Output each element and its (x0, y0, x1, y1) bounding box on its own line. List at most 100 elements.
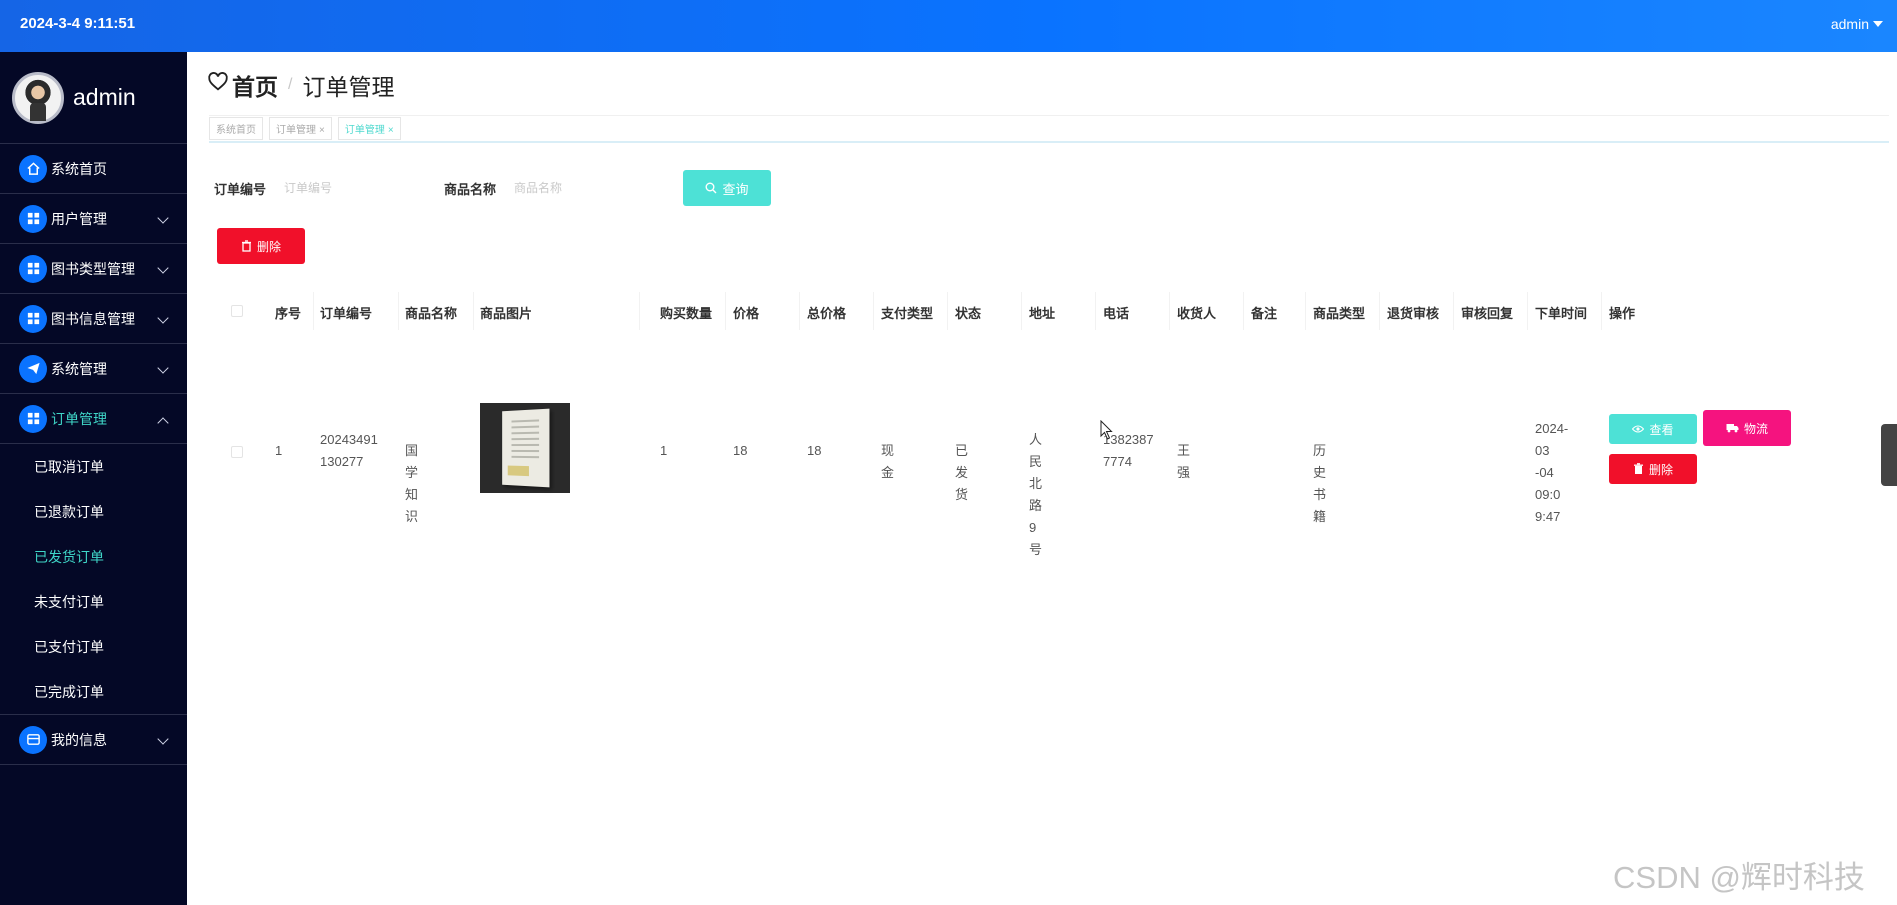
tag-label: 系统首页 (216, 125, 256, 136)
sidebar-item-users[interactable]: 用户管理 (0, 194, 187, 244)
header-price: 价格 (733, 306, 760, 321)
chevron-up-icon (157, 417, 169, 429)
search-icon (705, 182, 717, 194)
chevron-down-icon (157, 733, 169, 745)
tags-bar: 系统首页 订单管理 × 订单管理 × (209, 115, 1889, 143)
breadcrumb-home[interactable]: 首页 (232, 68, 278, 102)
tag-label: 订单管理 (344, 125, 385, 136)
home-icon (19, 154, 47, 183)
breadcrumb-separator: / (288, 76, 293, 93)
orders-submenu: 已取消订单 已退款订单 已发货订单 未支付订单 已支付订单 已完成订单 (0, 444, 187, 715)
batch-delete-button[interactable]: 删除 (217, 228, 305, 264)
watermark: CSDN @辉时科技 (1613, 860, 1865, 895)
header-actions: 操作 (1609, 306, 1636, 321)
tag-orders[interactable]: 订单管理 × (269, 117, 332, 140)
header-receiver: 收货人 (1177, 306, 1217, 321)
sidebar-item-label: 用户管理 (51, 210, 107, 227)
sidebar-item-label: 图书类型管理 (51, 260, 135, 277)
cell-product-type: 历史书籍 (1313, 443, 1327, 524)
sidebar-item-my-info[interactable]: 我的信息 (0, 715, 187, 765)
mouse-cursor-icon (1100, 420, 1113, 440)
header-remark: 备注 (1251, 306, 1278, 321)
cell-address: 人民北路 9号 (1029, 429, 1042, 561)
sidebar-item-book-info[interactable]: 图书信息管理 (0, 294, 187, 344)
header-pay-type: 支付类型 (881, 306, 934, 321)
cell-address-line2: 9号 (1029, 520, 1043, 557)
datetime: 2024-3-4 9:11:51 (20, 15, 136, 32)
view-label: 查看 (1649, 422, 1674, 437)
chevron-down-icon (157, 212, 169, 224)
submenu-item-unpaid[interactable]: 未支付订单 (0, 579, 187, 624)
submenu-item-shipped[interactable]: 已发货订单 (0, 534, 187, 579)
close-icon[interactable]: × (319, 125, 325, 136)
header-review-reply: 审核回复 (1461, 306, 1514, 321)
truck-icon (1726, 424, 1739, 433)
page-title: 首页 / 订单管理 (207, 68, 394, 102)
cell-order-time-line3: 9:47 (1535, 509, 1561, 524)
header-return-review: 退货审核 (1387, 306, 1440, 321)
tag-label: 订单管理 (276, 125, 316, 136)
grid-icon (19, 404, 47, 433)
header-status: 状态 (955, 306, 982, 321)
side-toggle-tab[interactable] (1881, 424, 1897, 486)
header-address: 地址 (1029, 306, 1056, 321)
sidebar-item-label: 系统首页 (51, 160, 107, 177)
paper-plane-icon (19, 354, 47, 383)
tag-orders-active[interactable]: 订单管理 × (337, 117, 401, 140)
submenu-item-paid[interactable]: 已支付订单 (0, 624, 187, 669)
row-delete-label: 删除 (1648, 462, 1673, 477)
cell-price: 18 (733, 443, 748, 458)
cell-order-no: 20243491 130277 (320, 429, 378, 473)
header-phone: 电话 (1103, 306, 1130, 321)
close-icon[interactable]: × (388, 125, 394, 136)
cell-address-line1: 人民北路 (1029, 432, 1043, 513)
card-icon (19, 725, 47, 754)
sidebar-item-home[interactable]: 系统首页 (0, 144, 187, 194)
sidebar: admin 系统首页 用户管理 图书类型管理 图书信息管理 系统管理 订单管理 … (0, 52, 187, 905)
query-button[interactable]: 查询 (683, 170, 771, 206)
sidebar-item-book-types[interactable]: 图书类型管理 (0, 244, 187, 294)
order-no-input[interactable] (284, 181, 425, 195)
header-index: 序号 (275, 306, 302, 321)
cell-receiver: 王强 (1177, 443, 1191, 480)
header-product-image: 商品图片 (480, 306, 533, 321)
heart-icon (207, 71, 229, 99)
header-product-name: 商品名称 (405, 306, 458, 321)
user-menu[interactable]: admin (1831, 16, 1883, 32)
cell-index: 1 (275, 443, 283, 458)
avatar (12, 71, 64, 124)
product-image[interactable] (480, 403, 570, 493)
main-content: 首页 / 订单管理 系统首页 订单管理× 订单管理× 订单编号 商品名称 查询 … (187, 52, 1897, 905)
row-checkbox[interactable] (231, 446, 243, 458)
submenu-item-refunded[interactable]: 已退款订单 (0, 489, 187, 534)
grid-icon (19, 204, 47, 233)
cell-total: 18 (807, 443, 822, 458)
caret-down-icon (1873, 21, 1883, 27)
cell-order-time-line2: -04 09:0 (1535, 465, 1561, 502)
tag-system-home[interactable]: 系统首页 (209, 117, 263, 140)
chevron-down-icon (157, 362, 169, 374)
table-header: 序号 订单编号 商品名称 商品图片 购买数量 价格 总价格 支付类型 状态 地址… (209, 292, 1889, 330)
submenu-item-cancelled[interactable]: 已取消订单 (0, 444, 187, 489)
trash-icon (1633, 463, 1643, 474)
cell-order-time-line1: 2024-03 (1535, 421, 1569, 458)
cell-order-time: 2024-03 -04 09:0 9:47 (1535, 418, 1568, 528)
breadcrumb-current: 订单管理 (302, 74, 395, 100)
grid-icon (19, 254, 47, 283)
logistics-button[interactable]: 物流 (1703, 410, 1791, 446)
product-name-input[interactable] (514, 181, 655, 195)
view-button[interactable]: 查看 (1609, 414, 1697, 444)
header-qty: 购买数量 (660, 306, 713, 321)
product-name-label: 商品名称 (444, 181, 497, 197)
submenu-item-completed[interactable]: 已完成订单 (0, 669, 187, 714)
sidebar-item-orders[interactable]: 订单管理 (0, 394, 187, 444)
grid-icon (19, 304, 47, 333)
sidebar-item-system[interactable]: 系统管理 (0, 344, 187, 394)
trash-icon (241, 240, 251, 252)
chevron-down-icon (157, 312, 169, 324)
profile-name: admin (73, 84, 136, 110)
sidebar-item-label: 图书信息管理 (51, 310, 135, 327)
row-delete-button[interactable]: 删除 (1609, 454, 1697, 484)
profile: admin (0, 52, 187, 144)
select-all-checkbox[interactable] (231, 305, 243, 317)
